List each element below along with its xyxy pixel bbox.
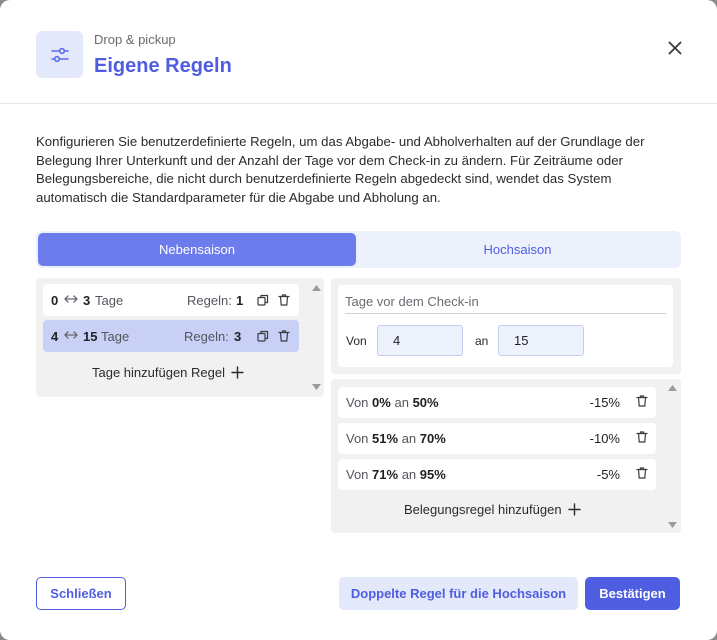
tab-nebensaison[interactable]: Nebensaison <box>38 233 356 266</box>
scroll-up-icon[interactable] <box>312 285 321 291</box>
list-item[interactable]: Von 71% an 95% -5% <box>338 459 656 490</box>
occupancy-from: 0% <box>372 395 391 410</box>
trash-icon[interactable] <box>277 329 291 343</box>
dialog-title: Eigene Regeln <box>94 55 232 77</box>
occupancy-adjustment: -10% <box>589 431 620 446</box>
day-range-list: 0 3 Tage Regeln: 1 4 15 Tage Regeln: 3 T… <box>36 278 324 397</box>
divider <box>345 313 666 314</box>
confirm-button[interactable]: Bestätigen <box>585 577 680 610</box>
occupancy-prefix: Von <box>346 467 369 482</box>
dialog-description: Konfigurieren Sie benutzerdefinierte Reg… <box>36 134 645 205</box>
occupancy-range: Von 71% an 95% <box>346 467 446 482</box>
add-day-rule-label: Tage hinzufügen Regel <box>92 365 225 380</box>
occupancy-mid: an <box>401 467 417 482</box>
close-icon[interactable] <box>663 36 687 60</box>
range-to: 3 <box>83 293 91 308</box>
to-days-input[interactable]: 15 <box>498 325 584 356</box>
occupancy-mid: an <box>401 431 417 446</box>
occupancy-adjustment: -5% <box>596 467 620 482</box>
from-label: Von <box>346 334 367 348</box>
occupancy-to: 95% <box>419 467 446 482</box>
scroll-down-icon[interactable] <box>312 384 321 390</box>
days-before-checkin-panel: Tage vor dem Check-in Von 4 an 15 <box>331 278 681 374</box>
range-unit: Tage <box>95 293 124 308</box>
dialog-header: Drop & pickup Eigene Regeln <box>0 0 717 104</box>
occupancy-prefix: Von <box>346 395 369 410</box>
occupancy-from: 51% <box>372 431 399 446</box>
scroll-up-icon[interactable] <box>668 385 677 391</box>
occupancy-range: Von 51% an 70% <box>346 431 446 446</box>
sliders-icon <box>36 31 83 78</box>
range-from: 4 <box>51 329 59 344</box>
occupancy-prefix: Von <box>346 431 369 446</box>
occupancy-mid: an <box>394 395 409 410</box>
occupancy-rules-panel: Von 0% an 50% -15% Von 51% an 70% -10% V… <box>331 379 681 533</box>
days-before-checkin-label: Tage vor dem Check-in <box>345 294 479 309</box>
copy-icon[interactable] <box>256 329 270 343</box>
rules-label: Regeln: <box>187 293 232 308</box>
rules-label: Regeln: <box>184 329 229 344</box>
plus-icon <box>567 503 581 516</box>
custom-rules-dialog: Drop & pickup Eigene Regeln Konfiguriere… <box>0 0 717 640</box>
range-to: 15 <box>83 329 98 344</box>
occupancy-adjustment: -15% <box>589 395 620 410</box>
occupancy-from: 71% <box>372 467 399 482</box>
trash-icon[interactable] <box>636 431 648 443</box>
double-arrow-icon <box>64 331 78 339</box>
rules-count: 3 <box>234 329 242 344</box>
range-unit: Tage <box>101 329 130 344</box>
dialog-eyebrow: Drop & pickup <box>94 32 176 47</box>
scroll-down-icon[interactable] <box>668 522 677 528</box>
add-occupancy-rule-button[interactable]: Belegungsregel hinzufügen <box>404 502 581 517</box>
days-before-checkin-card: Tage vor dem Check-in Von 4 an 15 <box>338 285 673 367</box>
occupancy-range: Von 0% an 50% <box>346 395 439 410</box>
tab-hochsaison[interactable]: Hochsaison <box>356 233 679 266</box>
plus-icon <box>231 366 244 379</box>
trash-icon[interactable] <box>636 395 648 407</box>
occupancy-to: 70% <box>419 431 446 446</box>
list-item[interactable]: 0 3 Tage Regeln: 1 <box>43 284 299 316</box>
copy-icon[interactable] <box>256 293 270 307</box>
list-item[interactable]: Von 51% an 70% -10% <box>338 423 656 454</box>
list-item[interactable]: Von 0% an 50% -15% <box>338 387 656 418</box>
add-day-rule-button[interactable]: Tage hinzufügen Regel <box>92 365 244 380</box>
range-from: 0 <box>51 293 59 308</box>
trash-icon[interactable] <box>636 467 648 479</box>
season-tabs: Nebensaison Hochsaison <box>36 231 681 268</box>
double-arrow-icon <box>64 295 78 303</box>
rules-count: 1 <box>236 293 244 308</box>
close-button[interactable]: Schließen <box>36 577 126 610</box>
to-label: an <box>475 334 489 348</box>
occupancy-to: 50% <box>412 395 439 410</box>
from-days-input[interactable]: 4 <box>377 325 463 356</box>
add-occupancy-rule-label: Belegungsregel hinzufügen <box>404 502 562 517</box>
list-item[interactable]: 4 15 Tage Regeln: 3 <box>43 320 299 352</box>
trash-icon[interactable] <box>277 293 291 307</box>
duplicate-rule-button[interactable]: Doppelte Regel für die Hochsaison <box>339 577 578 610</box>
